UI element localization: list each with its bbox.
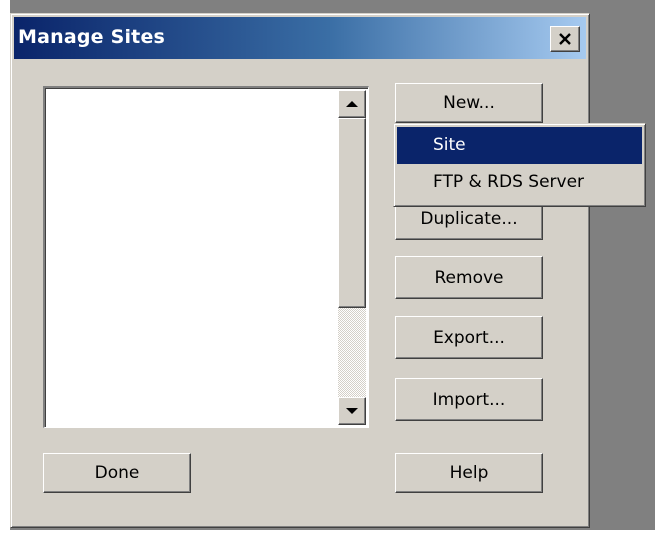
desktop-background-strip: [0, 0, 10, 546]
vertical-scrollbar[interactable]: [338, 90, 366, 425]
title-bar[interactable]: Manage Sites: [14, 17, 586, 59]
scroll-thumb[interactable]: [338, 118, 366, 308]
export-button[interactable]: Export...: [395, 316, 543, 359]
help-button[interactable]: Help: [395, 453, 543, 493]
new-dropdown-menu: Site FTP & RDS Server: [393, 123, 646, 207]
scroll-up-button[interactable]: [338, 90, 366, 118]
remove-button[interactable]: Remove: [395, 256, 543, 299]
menu-item-site[interactable]: Site: [397, 127, 642, 164]
new-button[interactable]: New...: [395, 83, 543, 123]
dialog-title: Manage Sites: [18, 26, 166, 48]
sites-list[interactable]: [43, 86, 369, 428]
import-button[interactable]: Import...: [395, 378, 543, 421]
scroll-down-button[interactable]: [338, 397, 366, 425]
arrow-up-icon: [346, 101, 358, 107]
desktop-background-strip-bottom: [0, 530, 655, 546]
menu-item-ftp-rds-server[interactable]: FTP & RDS Server: [397, 164, 642, 201]
done-button[interactable]: Done: [43, 453, 191, 493]
manage-sites-dialog: Manage Sites New... Duplicate... Remove …: [10, 13, 590, 528]
close-icon: [559, 33, 571, 45]
close-button[interactable]: [550, 26, 580, 52]
arrow-down-icon: [346, 408, 358, 414]
